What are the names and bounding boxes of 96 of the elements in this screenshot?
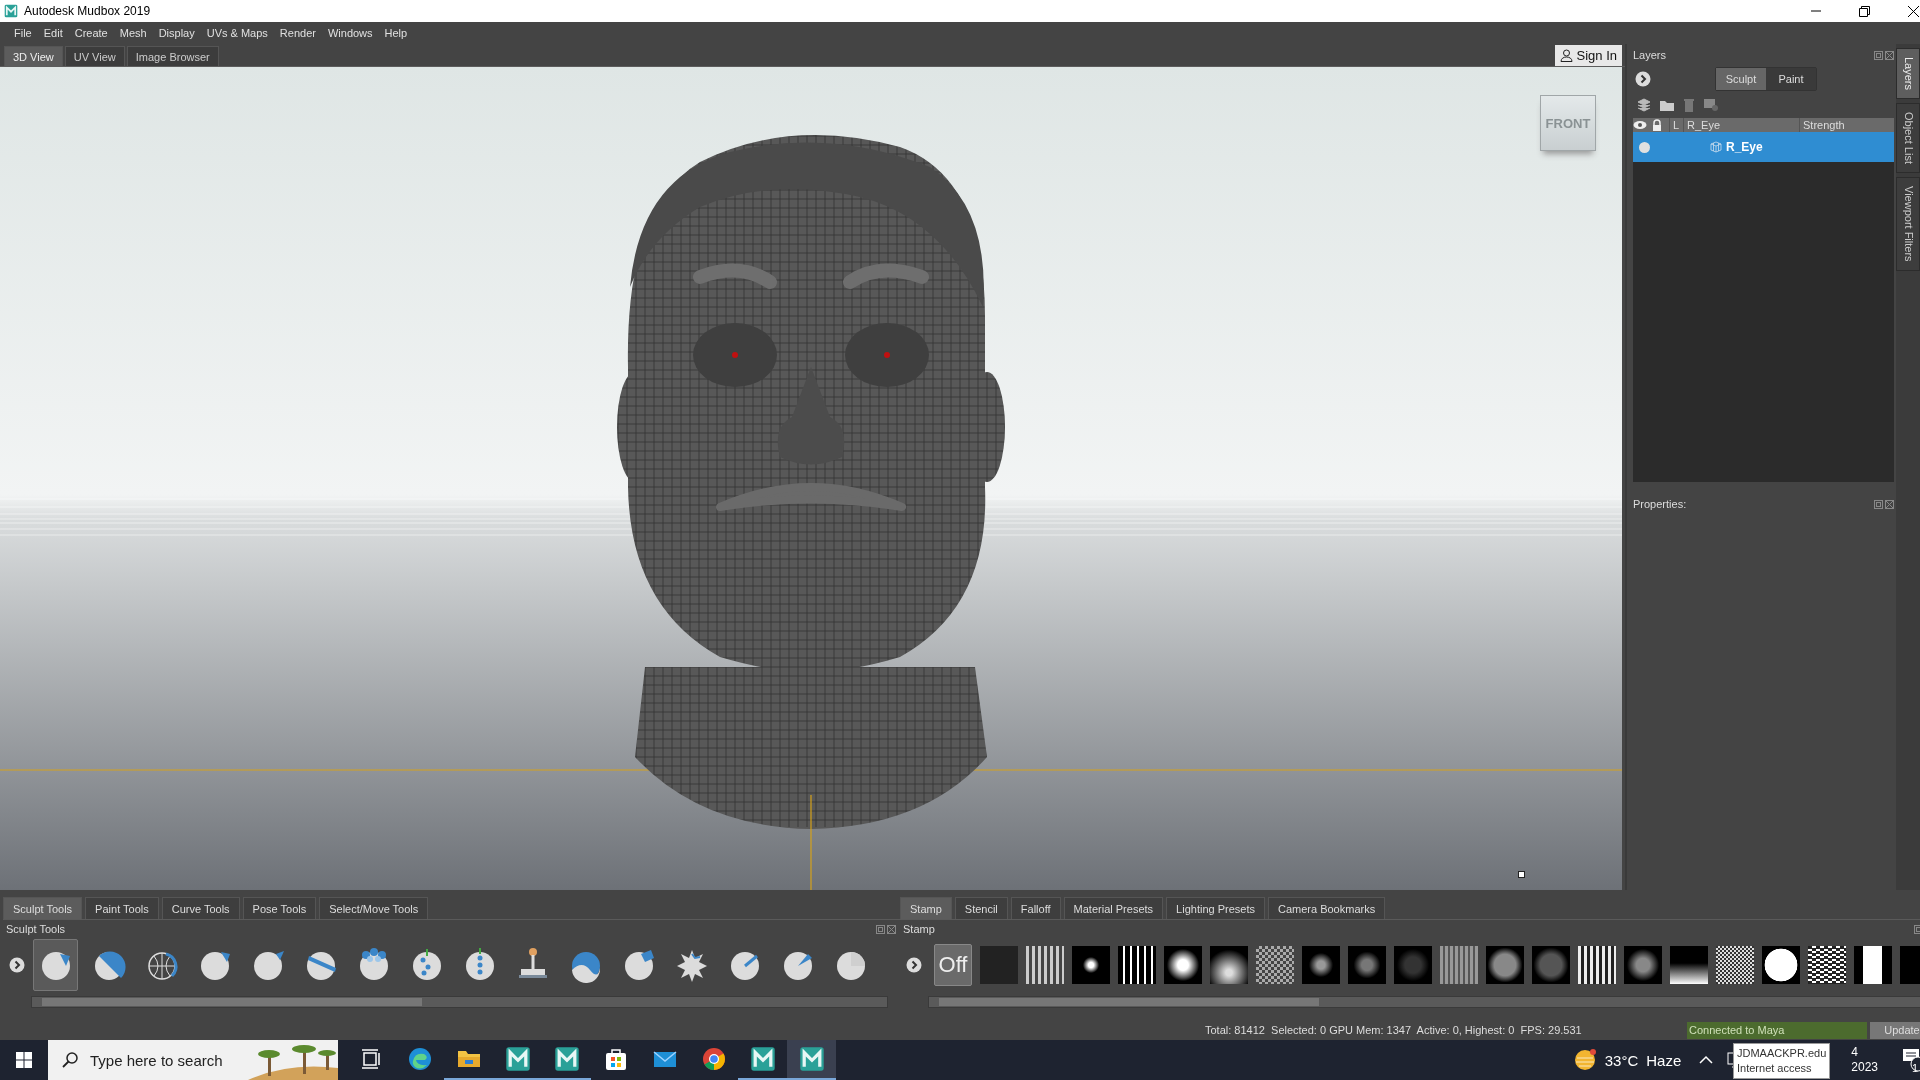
app-icon: [798, 1046, 825, 1072]
stamp-thumbnail[interactable]: [1532, 946, 1570, 984]
sculpt-tool-button[interactable]: [33, 939, 78, 991]
panel-tab[interactable]: Stamp: [900, 897, 952, 919]
stamp-thumbnail[interactable]: [1486, 946, 1524, 984]
panel-title: Sculpt Tools: [6, 923, 66, 935]
panel-tab[interactable]: Paint Tools: [85, 897, 159, 919]
stamp-thumbnail[interactable]: [1762, 946, 1800, 984]
notification-count: 1: [1911, 1062, 1918, 1074]
stamp-thumbnail[interactable]: [1164, 946, 1202, 984]
chevron-up-icon[interactable]: [1699, 1055, 1714, 1065]
stamp-thumbnail[interactable]: [1670, 946, 1708, 984]
stamp-thumbnail[interactable]: [1118, 946, 1156, 984]
panel-tab[interactable]: Falloff: [1010, 897, 1061, 919]
panel-tab[interactable]: Sculpt Tools: [3, 897, 83, 919]
layer-mask-icon[interactable]: [1703, 98, 1719, 112]
float-icon[interactable]: [1914, 924, 1920, 934]
menu-item[interactable]: Windows: [321, 27, 379, 39]
panel-tab[interactable]: Camera Bookmarks: [1267, 897, 1386, 919]
stamp-thumbnail[interactable]: [1808, 946, 1846, 984]
stamp-thumbnail[interactable]: [1624, 946, 1662, 984]
stamp-thumbnail[interactable]: [1026, 946, 1064, 984]
app-icon: [504, 1046, 531, 1072]
mode-toggle-button[interactable]: Sculpt: [1716, 68, 1766, 90]
close-icon[interactable]: [1908, 5, 1919, 17]
pivot-icon: [1518, 871, 1525, 878]
panel-tab[interactable]: Select/Move Tools: [319, 897, 429, 919]
taskbar-app[interactable]: [787, 1040, 836, 1080]
menu-item[interactable]: Help: [378, 27, 414, 39]
side-tab[interactable]: Layers: [1896, 48, 1920, 100]
side-tab[interactable]: Viewport Filters: [1896, 177, 1920, 271]
layer-row[interactable]: R_Eye: [1633, 132, 1894, 162]
float-icon[interactable]: [1874, 499, 1883, 509]
window-title: Autodesk Mudbox 2019: [24, 4, 151, 18]
menu-item[interactable]: Create: [68, 27, 114, 39]
clock-text[interactable]: 2023: [1851, 1060, 1878, 1075]
panel-tab[interactable]: Lighting Presets: [1166, 897, 1265, 919]
stamp-thumbnail[interactable]: [1578, 946, 1616, 984]
side-tab[interactable]: Object List: [1896, 103, 1920, 173]
weather-text: Haze: [1646, 1051, 1682, 1069]
stamp-thumbnail[interactable]: [1256, 946, 1294, 984]
app-icon: [749, 1046, 776, 1072]
layer-name: R_Eye: [1726, 140, 1763, 154]
menu-item[interactable]: Display: [152, 27, 201, 39]
weather-sun-icon: [1572, 1048, 1597, 1072]
panel-tab[interactable]: Curve Tools: [161, 897, 240, 919]
status-text: Total: 81412 Selected: 0 GPU Mem: 1347 Active: 0, Highest: 0 FPS: 29.531: [1205, 1024, 1582, 1036]
panel-title: Properties:: [1633, 498, 1687, 510]
lock-icon: [1651, 119, 1663, 131]
folder-icon[interactable]: [1659, 98, 1675, 112]
mode-toggle-button[interactable]: Paint: [1766, 68, 1816, 90]
view-tab[interactable]: Image Browser: [126, 46, 219, 66]
temperature-text: 33°C: [1604, 1051, 1639, 1069]
visibility-dot[interactable]: [1639, 141, 1650, 153]
panel-tab[interactable]: Material Presets: [1063, 897, 1164, 919]
layers-icon[interactable]: [1637, 98, 1651, 112]
stamp-thumbnail[interactable]: [1854, 946, 1892, 984]
mesh-cube-icon: [1710, 141, 1722, 153]
stamp-thumbnail[interactable]: [1348, 946, 1386, 984]
restore-icon[interactable]: [1859, 5, 1870, 17]
windows-start-icon[interactable]: [16, 1052, 32, 1068]
view-tab[interactable]: UV View: [64, 46, 125, 66]
tooltip: JDMAACKPR.edu Internet access: [1733, 1043, 1831, 1079]
view-tab[interactable]: 3D View: [4, 46, 63, 66]
stamp-off-button[interactable]: Off: [934, 944, 972, 986]
panel-tab[interactable]: Pose Tools: [242, 897, 317, 919]
menu-item[interactable]: Edit: [37, 27, 69, 39]
search-icon: [62, 1052, 78, 1068]
menu-item[interactable]: UVs & Maps: [200, 27, 274, 39]
stamp-thumbnail[interactable]: [1716, 946, 1754, 984]
stamp-thumbnail[interactable]: [1302, 946, 1340, 984]
scrollbar[interactable]: [928, 996, 1920, 1008]
eye-icon: [1633, 120, 1647, 130]
stamp-thumbnail[interactable]: [1210, 946, 1248, 984]
user-icon: [1559, 49, 1573, 62]
app-icon: [553, 1046, 580, 1072]
panel-title: Layers: [1633, 49, 1667, 61]
round-browser-icon: [700, 1046, 727, 1072]
stamp-thumbnail[interactable]: [1440, 946, 1478, 984]
connection-status: Connected to Maya: [1687, 1021, 1867, 1039]
stamp-thumbnail[interactable]: [980, 946, 1018, 984]
panel-tab[interactable]: Stencil: [954, 897, 1008, 919]
stamp-thumbnail[interactable]: [1072, 946, 1110, 984]
scrollbar[interactable]: [31, 996, 888, 1008]
menu-item[interactable]: Mesh: [113, 27, 153, 39]
browser-icon: [406, 1046, 433, 1072]
sign-in-button[interactable]: Sign In: [1554, 45, 1622, 66]
panel-title: Stamp: [903, 923, 935, 935]
search-field[interactable]: Type here to search: [48, 1040, 248, 1080]
float-icon[interactable]: [1874, 50, 1883, 60]
stamp-thumbnail[interactable]: [1394, 946, 1432, 984]
menu-item[interactable]: Render: [273, 27, 322, 39]
float-icon[interactable]: [876, 924, 885, 934]
menu-item[interactable]: File: [8, 27, 38, 39]
clock-text[interactable]: 4: [1851, 1045, 1878, 1060]
app-logo-icon: [4, 4, 18, 18]
